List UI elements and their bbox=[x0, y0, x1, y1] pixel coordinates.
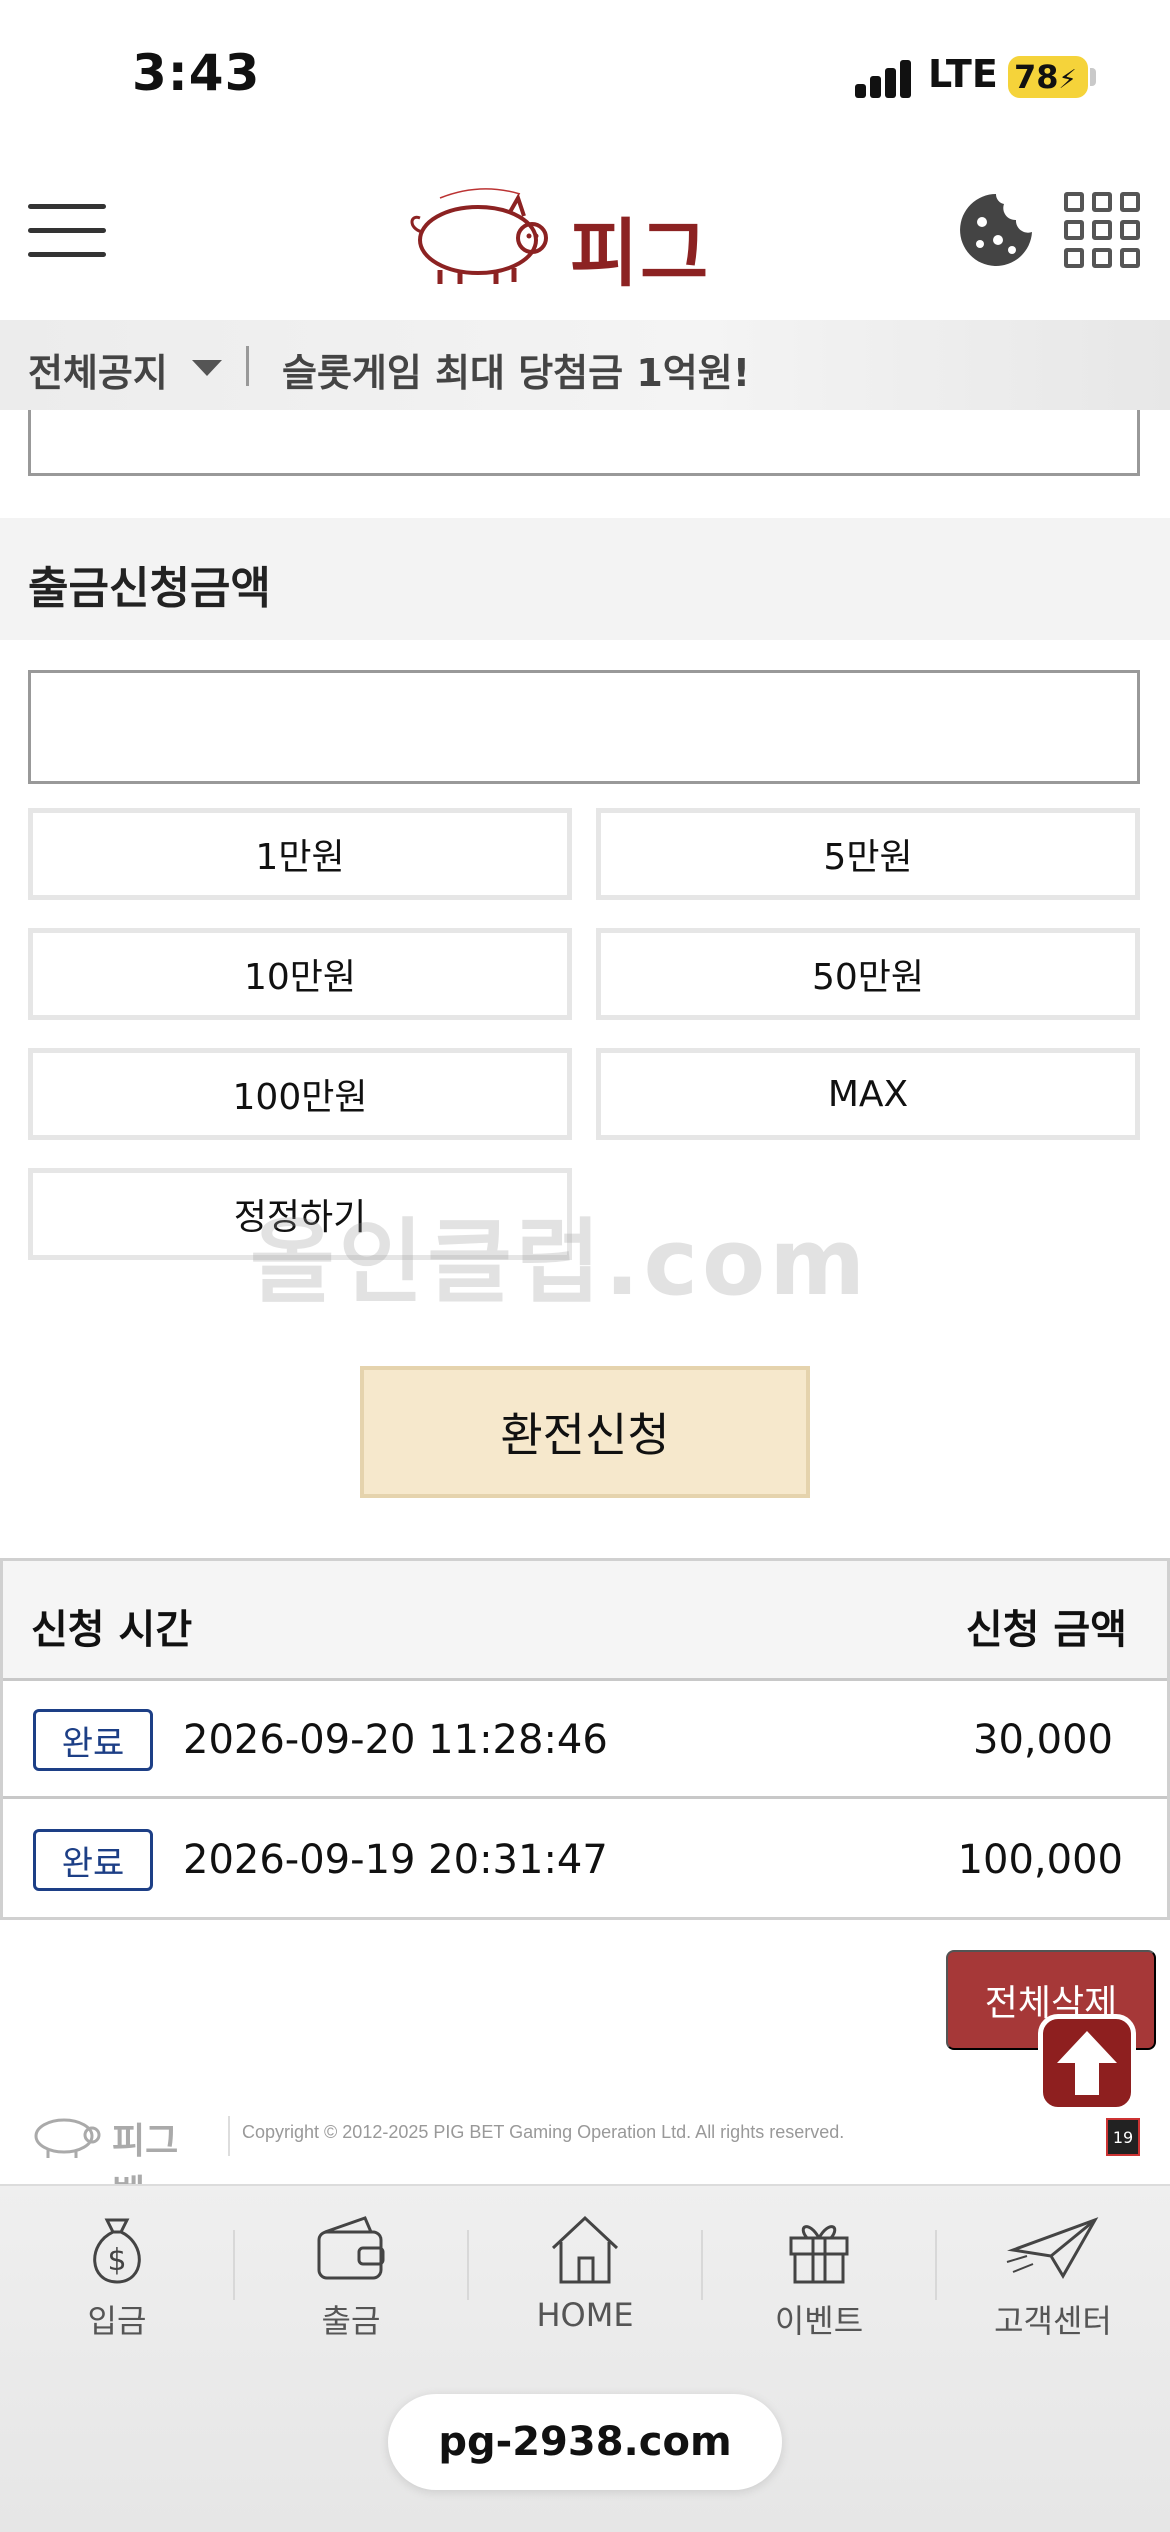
app-header: 피그벳 bbox=[0, 150, 1170, 404]
paper-plane-icon bbox=[1006, 2217, 1099, 2279]
previous-field[interactable] bbox=[28, 410, 1140, 476]
status-bar: 3:43 LTE 78⚡ bbox=[0, 0, 1170, 150]
browser-url-bar[interactable]: pg-2938.com bbox=[388, 2394, 782, 2490]
amount-button-max[interactable]: MAX bbox=[596, 1048, 1140, 1140]
wallet-icon bbox=[317, 2216, 385, 2280]
withdraw-submit-button[interactable]: 환전신청 bbox=[360, 1366, 810, 1498]
amount-button-500k[interactable]: 50만원 bbox=[596, 928, 1140, 1020]
apps-grid-icon[interactable] bbox=[1064, 192, 1140, 268]
nav-label: 입금 bbox=[87, 2302, 147, 2340]
footer-logo: 피그벳 bbox=[28, 2108, 208, 2214]
battery-cap bbox=[1090, 68, 1096, 86]
svg-text:$: $ bbox=[107, 2243, 126, 2278]
nav-withdraw[interactable]: 출금 bbox=[234, 2210, 468, 2340]
row-amount: 100,000 bbox=[957, 1837, 1123, 1883]
money-bag-icon: $ bbox=[93, 2218, 141, 2284]
status-badge: 완료 bbox=[33, 1709, 153, 1771]
cookie-icon[interactable] bbox=[958, 192, 1034, 268]
nav-label: 이벤트 bbox=[774, 2302, 864, 2340]
col-request-time: 신청 시간 bbox=[31, 1607, 193, 1653]
watermark: 올인클럽.com bbox=[250, 1209, 870, 1316]
pig-icon bbox=[410, 188, 548, 284]
footer-divider bbox=[228, 2116, 230, 2156]
amount-button-10k[interactable]: 1만원 bbox=[28, 808, 572, 900]
row-amount: 30,000 bbox=[973, 1717, 1113, 1763]
age-restriction-badge: 19 bbox=[1106, 2118, 1140, 2156]
nav-support[interactable]: 고객센터 bbox=[936, 2210, 1170, 2340]
house-icon bbox=[551, 2215, 619, 2284]
arrow-up-icon bbox=[1057, 2031, 1117, 2095]
brand-logo[interactable]: 피그벳 bbox=[400, 180, 770, 404]
menu-icon[interactable] bbox=[28, 196, 106, 266]
notice-bar[interactable]: 전체공지 슬롯게임 최대 당첨금 1억원! bbox=[0, 320, 1170, 410]
notice-label[interactable]: 전체공지 bbox=[28, 342, 168, 397]
scroll-to-top-button[interactable] bbox=[1038, 2014, 1136, 2112]
table-header: 신청 시간 신청 금액 bbox=[3, 1561, 1167, 1681]
nav-home[interactable]: HOME bbox=[468, 2210, 702, 2340]
status-badge: 완료 bbox=[33, 1829, 153, 1891]
table-row: 완료 2026-09-20 11:28:46 30,000 bbox=[3, 1681, 1167, 1799]
signal-icon bbox=[855, 58, 915, 98]
withdraw-amount-input[interactable] bbox=[28, 670, 1140, 784]
amount-button-100k[interactable]: 10만원 bbox=[28, 928, 572, 1020]
table-row: 완료 2026-09-19 20:31:47 100,000 bbox=[3, 1801, 1167, 1919]
pig-icon bbox=[34, 2118, 101, 2158]
section-header: 출금신청금액 bbox=[0, 518, 1170, 640]
section-title: 출금신청금액 bbox=[28, 563, 271, 614]
col-request-amount: 신청 금액 bbox=[965, 1607, 1127, 1653]
row-time: 2026-09-20 11:28:46 bbox=[183, 1717, 608, 1763]
chevron-down-icon[interactable] bbox=[192, 360, 222, 376]
nav-label: HOME bbox=[536, 2296, 634, 2334]
nav-label: 출금 bbox=[321, 2302, 381, 2340]
status-time: 3:43 bbox=[132, 44, 261, 102]
battery-icon: 78⚡ bbox=[1008, 56, 1088, 98]
network-type: LTE bbox=[928, 52, 998, 96]
amount-button-1m[interactable]: 100만원 bbox=[28, 1048, 572, 1140]
amount-button-50k[interactable]: 5만원 bbox=[596, 808, 1140, 900]
battery-level: 78 bbox=[1014, 58, 1059, 96]
nav-event[interactable]: 이벤트 bbox=[702, 2210, 936, 2340]
row-time: 2026-09-19 20:31:47 bbox=[183, 1837, 608, 1883]
notice-text[interactable]: 슬롯게임 최대 당첨금 1억원! bbox=[282, 342, 750, 397]
nav-label: 고객센터 bbox=[994, 2302, 1112, 2340]
history-table: 신청 시간 신청 금액 완료 2026-09-20 11:28:46 30,00… bbox=[0, 1558, 1170, 1920]
notice-divider bbox=[246, 346, 249, 386]
copyright-text: Copyright © 2012-2025 PIG BET Gaming Ope… bbox=[242, 2122, 845, 2142]
nav-deposit[interactable]: $ 입금 bbox=[0, 2210, 234, 2340]
gift-icon bbox=[789, 2225, 849, 2284]
